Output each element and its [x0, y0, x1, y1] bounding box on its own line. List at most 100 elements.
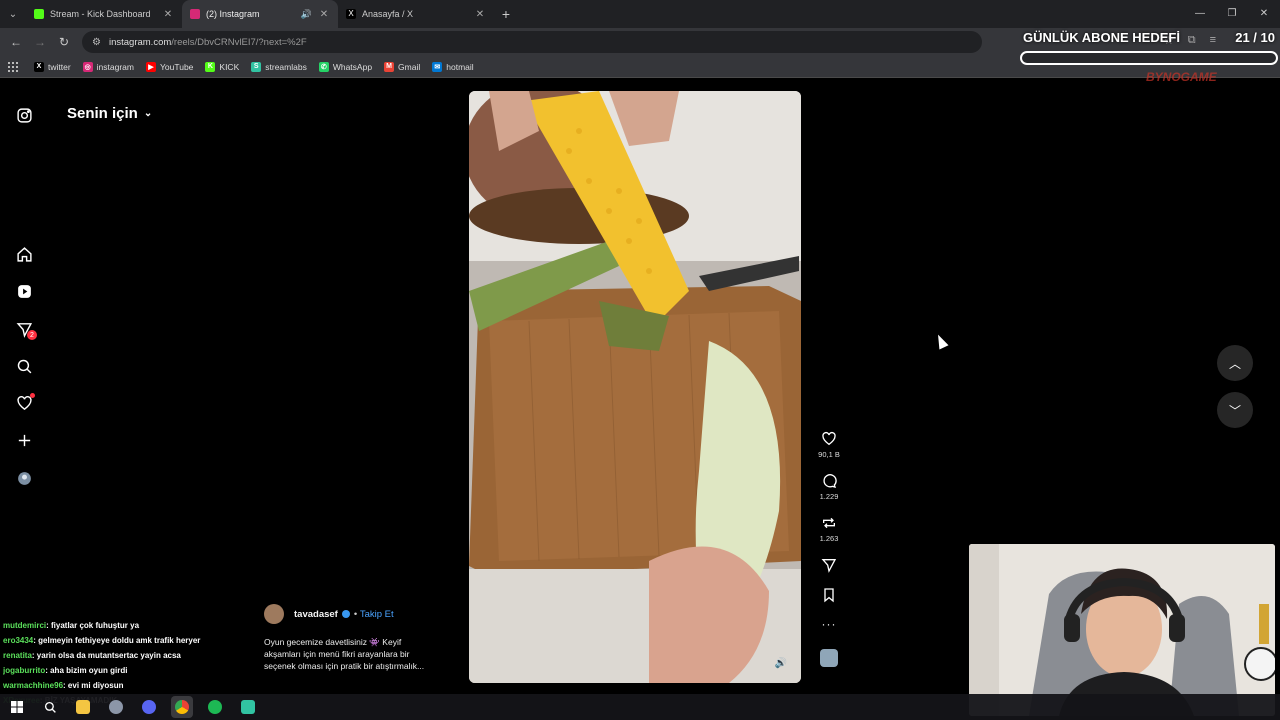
more-options-button[interactable]: ··· [813, 617, 845, 631]
streamlabs-icon: S [251, 61, 262, 72]
corn-shucking-video-frame [469, 91, 801, 683]
reels-icon[interactable] [14, 281, 34, 301]
chat-username: renatita [3, 651, 32, 660]
profile-avatar[interactable] [14, 468, 34, 488]
streamlabs-taskbar-icon[interactable] [237, 696, 259, 718]
chat-text: : gelmeyin fethiyeye doldu amk trafik he… [33, 636, 201, 645]
feed-title: Senin için [67, 105, 138, 122]
mouse-cursor-icon [933, 332, 949, 350]
discord-icon[interactable] [138, 696, 160, 718]
bookmark-label: streamlabs [265, 61, 307, 72]
caption-line: Oyun gecemize davetlisiniz 👾 Keyif [264, 637, 402, 647]
reel-actions: 90,1 B 1.229 1.263 ··· [813, 431, 845, 681]
chrome-icon[interactable] [171, 696, 193, 718]
tab-x-home[interactable]: X Anasayfa / X ✕ [338, 0, 494, 28]
reel-caption[interactable]: Oyun gecemize davetlisiniz 👾 Keyif akşam… [264, 636, 444, 672]
back-arrow-icon[interactable]: ← [4, 35, 28, 49]
comment-count: 1.229 [819, 492, 839, 501]
repost-button[interactable]: 1.263 [813, 515, 845, 543]
bookmark-whatsapp[interactable]: ✆ WhatsApp [318, 61, 373, 72]
bookmark-hotmail[interactable]: ✉ hotmail [432, 61, 474, 72]
subscriber-goal-widget: GÜNLÜK ABONE HEDEFİ 21 / 10 [1020, 28, 1278, 65]
streamer-webcam-image [969, 544, 1275, 716]
bookmark-label: twitter [48, 61, 71, 72]
goal-count: 21 / 10 [1235, 30, 1275, 45]
file-explorer-icon[interactable] [72, 696, 94, 718]
close-tab-icon[interactable]: ✕ [474, 9, 486, 20]
minimize-icon[interactable]: — [1184, 0, 1216, 28]
speaker-icon[interactable]: 🔊 [301, 9, 312, 20]
bookmark-label: YouTube [160, 61, 194, 72]
author-avatar[interactable] [264, 604, 284, 624]
previous-reel-button[interactable]: ︿ [1217, 345, 1253, 381]
spotify-icon[interactable] [204, 696, 226, 718]
bookmark-kick[interactable]: K KICK [205, 61, 239, 72]
volume-icon[interactable]: 🔊 [775, 658, 787, 669]
audio-button[interactable] [813, 645, 845, 667]
next-reel-button[interactable]: ﹀ [1217, 392, 1253, 428]
repost-count: 1.263 [819, 534, 839, 543]
home-icon[interactable] [14, 244, 34, 264]
bookmark-instagram[interactable]: ◎ instagram [82, 61, 134, 72]
new-tab-plus-icon[interactable]: + [494, 6, 518, 22]
apps-grid-icon[interactable] [8, 61, 18, 72]
tab-title: Stream - Kick Dashboard [50, 9, 151, 19]
search-icon[interactable] [14, 356, 34, 376]
more-dots-icon: ··· [821, 617, 837, 631]
like-count: 90,1 B [818, 450, 840, 459]
youtube-icon: ▶ [146, 61, 156, 72]
feed-selector[interactable]: Senin için ⌄ [67, 105, 152, 122]
notifications-heart-icon[interactable] [14, 393, 35, 413]
notification-badge: 2 [27, 330, 37, 340]
window-controls: — ❐ ✕ [1184, 0, 1280, 28]
windows-taskbar [0, 694, 1280, 720]
instagram-logo-icon[interactable] [14, 105, 34, 125]
webcam-overlay [969, 544, 1275, 716]
start-windows-icon[interactable] [6, 696, 28, 718]
create-plus-icon[interactable] [14, 430, 34, 450]
url-field[interactable]: ⚙ instagram.com/reels/DbvCRNvlEI7/?next=… [82, 31, 982, 53]
reel-author-block: tavadasef • Takip Et Oyun gecemize davet… [264, 604, 464, 672]
reload-icon[interactable]: ↻ [52, 35, 76, 49]
direct-messages-icon[interactable]: 2 [14, 319, 37, 340]
restore-icon[interactable]: ❐ [1216, 0, 1248, 28]
close-tab-icon[interactable]: ✕ [162, 9, 174, 20]
tab-title: Anasayfa / X [362, 9, 414, 19]
goal-label: GÜNLÜK ABONE HEDEFİ [1023, 30, 1180, 45]
chat-username: jogaburrito [3, 666, 46, 675]
share-button[interactable] [813, 557, 845, 573]
forward-arrow-icon[interactable]: → [28, 35, 52, 49]
follow-button[interactable]: Takip Et [360, 609, 394, 620]
unread-dot [30, 393, 35, 398]
chat-text: : fiyatlar çok fuhuştur ya [46, 621, 140, 630]
bookmark-youtube[interactable]: ▶ YouTube [146, 61, 194, 72]
repost-icon [823, 517, 835, 529]
site-info-icon[interactable]: ⚙ [92, 37, 101, 48]
obs-tool-icon[interactable] [105, 696, 127, 718]
comment-button[interactable]: 1.229 [813, 473, 845, 501]
send-icon [821, 559, 837, 573]
chat-username: warmachhine96 [3, 681, 64, 690]
close-window-icon[interactable]: ✕ [1248, 0, 1280, 28]
save-button[interactable] [813, 587, 845, 603]
reel-video[interactable]: 🔊 [469, 91, 801, 683]
chat-text: : aha bizim oyun girdi [45, 666, 128, 675]
tab-kick-dashboard[interactable]: Stream - Kick Dashboard ✕ [26, 0, 182, 28]
chevron-down-icon: ⌄ [143, 108, 153, 119]
tab-instagram[interactable]: (2) Instagram 🔊 ✕ [182, 0, 338, 28]
bookmark-twitter[interactable]: Xtwitter [34, 61, 71, 72]
whatsapp-icon: ✆ [318, 61, 329, 72]
bookmark-label: WhatsApp [332, 61, 373, 72]
bookmark-streamlabs[interactable]: Sstreamlabs [251, 61, 307, 72]
goal-progress-bar [1020, 51, 1278, 65]
chat-message: warmachhine96: evi mi diyosun [3, 678, 243, 693]
close-tab-icon[interactable]: ✕ [318, 9, 330, 20]
taskbar-search-icon[interactable] [39, 696, 61, 718]
tab-search-chevron-icon[interactable]: ⌄ [0, 0, 26, 28]
bookmark-gmail[interactable]: M Gmail [384, 61, 420, 72]
tab-title: (2) Instagram [206, 9, 260, 19]
gmail-icon: M [384, 61, 395, 72]
like-button[interactable]: 90,1 B [813, 431, 845, 459]
author-username[interactable]: tavadasef [294, 609, 338, 620]
instagram-favicon-icon [190, 9, 200, 19]
